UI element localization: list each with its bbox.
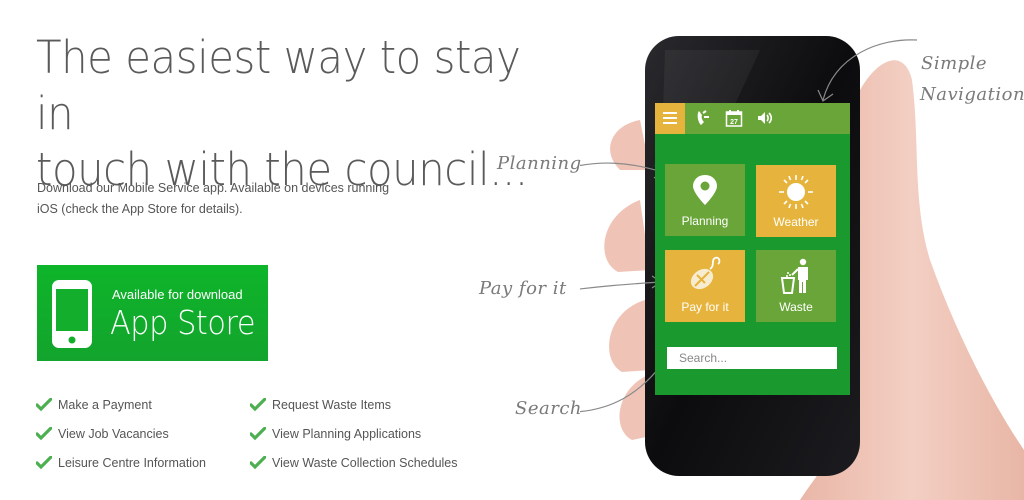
- tile-label: Pay for it: [681, 300, 729, 314]
- headline-line-1: The easiest way to stay in: [36, 31, 521, 140]
- smartphone-icon: [52, 280, 92, 348]
- check-icon: [36, 398, 52, 412]
- check-icon: [250, 398, 266, 412]
- sun-icon: [779, 175, 813, 209]
- intro-line-2: iOS (check the App Store for details).: [37, 202, 243, 216]
- tile-label: Weather: [773, 215, 819, 229]
- mouse-icon: [690, 256, 721, 290]
- calendar-icon[interactable]: 27: [725, 109, 743, 127]
- feature-item: Make a Payment: [36, 398, 152, 412]
- feature-item: Leisure Centre Information: [36, 456, 206, 470]
- annotation-simple: Simple: [921, 53, 988, 74]
- app-store-title: App Store: [110, 303, 256, 342]
- intro-line-1: Download our Mobile Service app. Availab…: [37, 181, 390, 195]
- feature-label: View Planning Applications: [272, 427, 422, 441]
- waste-bin-person-icon: [780, 258, 808, 294]
- tile-weather[interactable]: Weather: [756, 165, 836, 237]
- annotation-planning: Planning: [497, 153, 582, 174]
- feature-label: View Waste Collection Schedules: [272, 456, 458, 470]
- phone-app-screen: 27 Planning Weather Pay for it Waste Sea…: [655, 103, 850, 395]
- check-icon: [250, 427, 266, 441]
- annotation-search: Search: [515, 398, 582, 419]
- annotation-navigation: Navigation: [920, 84, 1024, 105]
- feature-label: View Job Vacancies: [58, 427, 169, 441]
- tile-pay-for-it[interactable]: Pay for it: [665, 250, 745, 322]
- location-pin-icon: [693, 175, 717, 205]
- tile-label: Planning: [681, 214, 729, 228]
- svg-text:27: 27: [730, 119, 738, 126]
- feature-item: Request Waste Items: [250, 398, 391, 412]
- tile-label: Waste: [779, 300, 813, 314]
- app-store-button[interactable]: Available for download App Store: [37, 265, 268, 361]
- annotation-pay-for-it: Pay for it: [479, 278, 567, 299]
- check-icon: [250, 456, 266, 470]
- tile-waste[interactable]: Waste: [756, 250, 836, 322]
- feature-item: View Planning Applications: [250, 427, 421, 441]
- app-search-input[interactable]: [667, 347, 837, 369]
- feature-item: View Job Vacancies: [36, 427, 169, 441]
- feature-label: Make a Payment: [58, 398, 152, 412]
- tile-planning[interactable]: Planning: [665, 164, 745, 236]
- phone-icon[interactable]: [695, 109, 713, 127]
- feature-label: Request Waste Items: [272, 398, 392, 412]
- intro-text: Download our Mobile Service app. Availab…: [37, 178, 417, 220]
- check-icon: [36, 456, 52, 470]
- feature-label: Leisure Centre Information: [58, 456, 206, 470]
- app-nav-bar: 27: [655, 103, 850, 134]
- check-icon: [36, 427, 52, 441]
- app-store-subtitle: Available for download: [112, 287, 243, 302]
- feature-item: View Waste Collection Schedules: [250, 456, 458, 470]
- menu-icon[interactable]: [655, 103, 685, 134]
- speaker-icon[interactable]: [756, 109, 774, 127]
- page-headline: The easiest way to stay in touch with th…: [36, 30, 557, 198]
